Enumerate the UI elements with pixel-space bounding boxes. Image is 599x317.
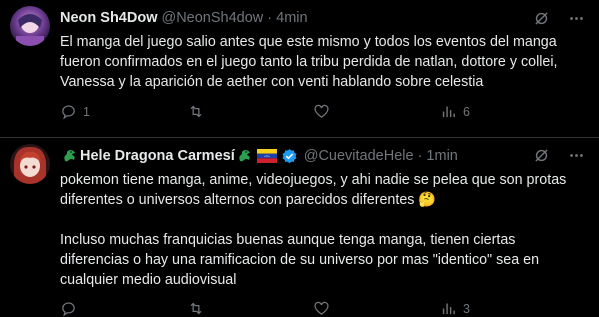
tweet-text: pokemon tiene manga, anime, videojuegos,… bbox=[60, 172, 567, 288]
retweet-button[interactable] bbox=[187, 300, 227, 317]
verified-badge-icon[interactable] bbox=[281, 148, 298, 165]
avatar-image bbox=[10, 6, 50, 46]
tweet-text: El manga del juego salio antes que este … bbox=[60, 34, 558, 90]
more-icon[interactable] bbox=[568, 147, 585, 164]
author-handle[interactable]: @CuevitadeHele bbox=[304, 148, 414, 164]
views-icon bbox=[442, 303, 455, 315]
avatar[interactable] bbox=[10, 144, 50, 184]
views-icon bbox=[442, 106, 455, 118]
author-name[interactable]: Hele Dragona Carmesí bbox=[80, 148, 235, 164]
like-icon bbox=[314, 301, 329, 315]
avatar[interactable] bbox=[10, 6, 50, 46]
avatar-image bbox=[10, 144, 50, 184]
reply-icon bbox=[62, 105, 75, 120]
retweet-icon bbox=[190, 302, 202, 315]
reply-tweet-1[interactable]: Neon Sh4Dow @NeonSh4dow · 4min El manga … bbox=[0, 0, 599, 138]
dragon-emoji-icon bbox=[237, 148, 253, 164]
separator-dot: · bbox=[417, 148, 423, 164]
reply-tweet-2[interactable]: Hele Dragona Carmesí @CuevitadeHele · 1m… bbox=[0, 137, 599, 317]
reply-button[interactable]: 1 bbox=[60, 103, 100, 120]
reply-icon bbox=[62, 302, 75, 317]
dragon-emoji-icon bbox=[62, 148, 78, 164]
separator-dot: · bbox=[267, 10, 273, 26]
like-icon bbox=[314, 104, 329, 118]
views-button[interactable]: 6 bbox=[440, 103, 480, 120]
retweet-button[interactable] bbox=[187, 103, 227, 120]
author-handle[interactable]: @NeonSh4dow bbox=[161, 10, 263, 26]
grok-icon[interactable] bbox=[533, 10, 550, 27]
reply-button[interactable] bbox=[60, 300, 100, 317]
views-count: 3 bbox=[462, 301, 470, 316]
author-name[interactable]: Neon Sh4Dow bbox=[60, 10, 157, 26]
more-icon[interactable] bbox=[568, 10, 585, 27]
like-button[interactable] bbox=[313, 300, 353, 317]
reply-count: 1 bbox=[83, 104, 90, 119]
retweet-icon bbox=[190, 105, 202, 118]
timestamp[interactable]: 1min bbox=[426, 148, 457, 164]
timestamp[interactable]: 4min bbox=[276, 10, 307, 26]
grok-icon[interactable] bbox=[533, 147, 550, 164]
views-count: 6 bbox=[462, 104, 470, 119]
views-button[interactable]: 3 bbox=[440, 300, 480, 317]
venezuela-flag-icon bbox=[256, 149, 277, 163]
like-button[interactable] bbox=[313, 103, 353, 120]
